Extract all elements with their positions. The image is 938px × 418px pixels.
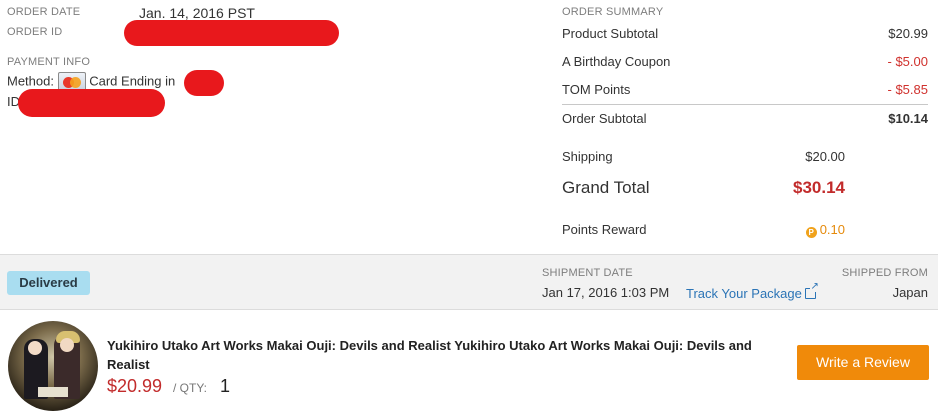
order-date-label: ORDER DATE bbox=[7, 6, 81, 18]
summary-value-coupon: - $5.00 bbox=[887, 54, 928, 69]
shipping-value: $20.00 bbox=[805, 149, 845, 164]
redacted-payment-id bbox=[18, 89, 165, 117]
shipped-from-value: Japan bbox=[892, 285, 928, 300]
summary-divider bbox=[562, 104, 928, 105]
order-subtotal-label: Order Subtotal bbox=[562, 111, 647, 126]
product-thumbnail[interactable] bbox=[8, 321, 98, 411]
points-reward-value-wrap: P 0.10 bbox=[805, 222, 845, 238]
track-package-label: Track Your Package bbox=[686, 286, 802, 301]
points-reward-value: 0.10 bbox=[819, 222, 845, 237]
summary-label-coupon: A Birthday Coupon bbox=[562, 54, 671, 69]
shipment-bar: Delivered SHIPMENT DATE Jan 17, 2016 1:0… bbox=[0, 254, 938, 310]
shipping-label: Shipping bbox=[562, 149, 613, 164]
qty-value: 1 bbox=[220, 376, 231, 396]
summary-value-tom-points: - $5.85 bbox=[887, 82, 928, 97]
grand-total-label: Grand Total bbox=[562, 178, 650, 197]
product-title[interactable]: Yukihiro Utako Art Works Makai Ouji: Dev… bbox=[107, 336, 787, 374]
card-ending-text: Card Ending in bbox=[89, 73, 176, 89]
payment-method-label: Method: bbox=[7, 73, 54, 89]
status-badge: Delivered bbox=[7, 271, 90, 295]
redacted-card-digits bbox=[184, 70, 224, 96]
points-reward-label: Points Reward bbox=[562, 222, 647, 237]
summary-value-product-subtotal: $20.99 bbox=[888, 26, 928, 41]
shipment-date-value: Jan 17, 2016 1:03 PM bbox=[542, 285, 670, 300]
product-price: $20.99 bbox=[107, 376, 163, 396]
payment-info-label: PAYMENT INFO bbox=[7, 56, 91, 68]
qty-label: / QTY: bbox=[173, 381, 208, 395]
external-link-icon bbox=[804, 282, 819, 299]
order-id-label: ORDER ID bbox=[7, 26, 63, 38]
summary-label-product-subtotal: Product Subtotal bbox=[562, 26, 659, 41]
order-date-value: Jan. 14, 2016 PST bbox=[139, 5, 255, 21]
write-review-button[interactable]: Write a Review bbox=[797, 345, 929, 380]
grand-total-value: $30.14 bbox=[793, 178, 845, 197]
summary-label-tom-points: TOM Points bbox=[562, 82, 631, 97]
points-coin-icon: P bbox=[805, 227, 817, 238]
order-subtotal-value: $10.14 bbox=[888, 111, 928, 126]
track-package-link[interactable]: Track Your Package bbox=[686, 282, 819, 303]
shipped-from-label: SHIPPED FROM bbox=[841, 267, 928, 279]
redacted-order-id bbox=[124, 20, 339, 46]
shipment-date-label: SHIPMENT DATE bbox=[542, 267, 633, 279]
order-summary-title: ORDER SUMMARY bbox=[562, 6, 664, 18]
